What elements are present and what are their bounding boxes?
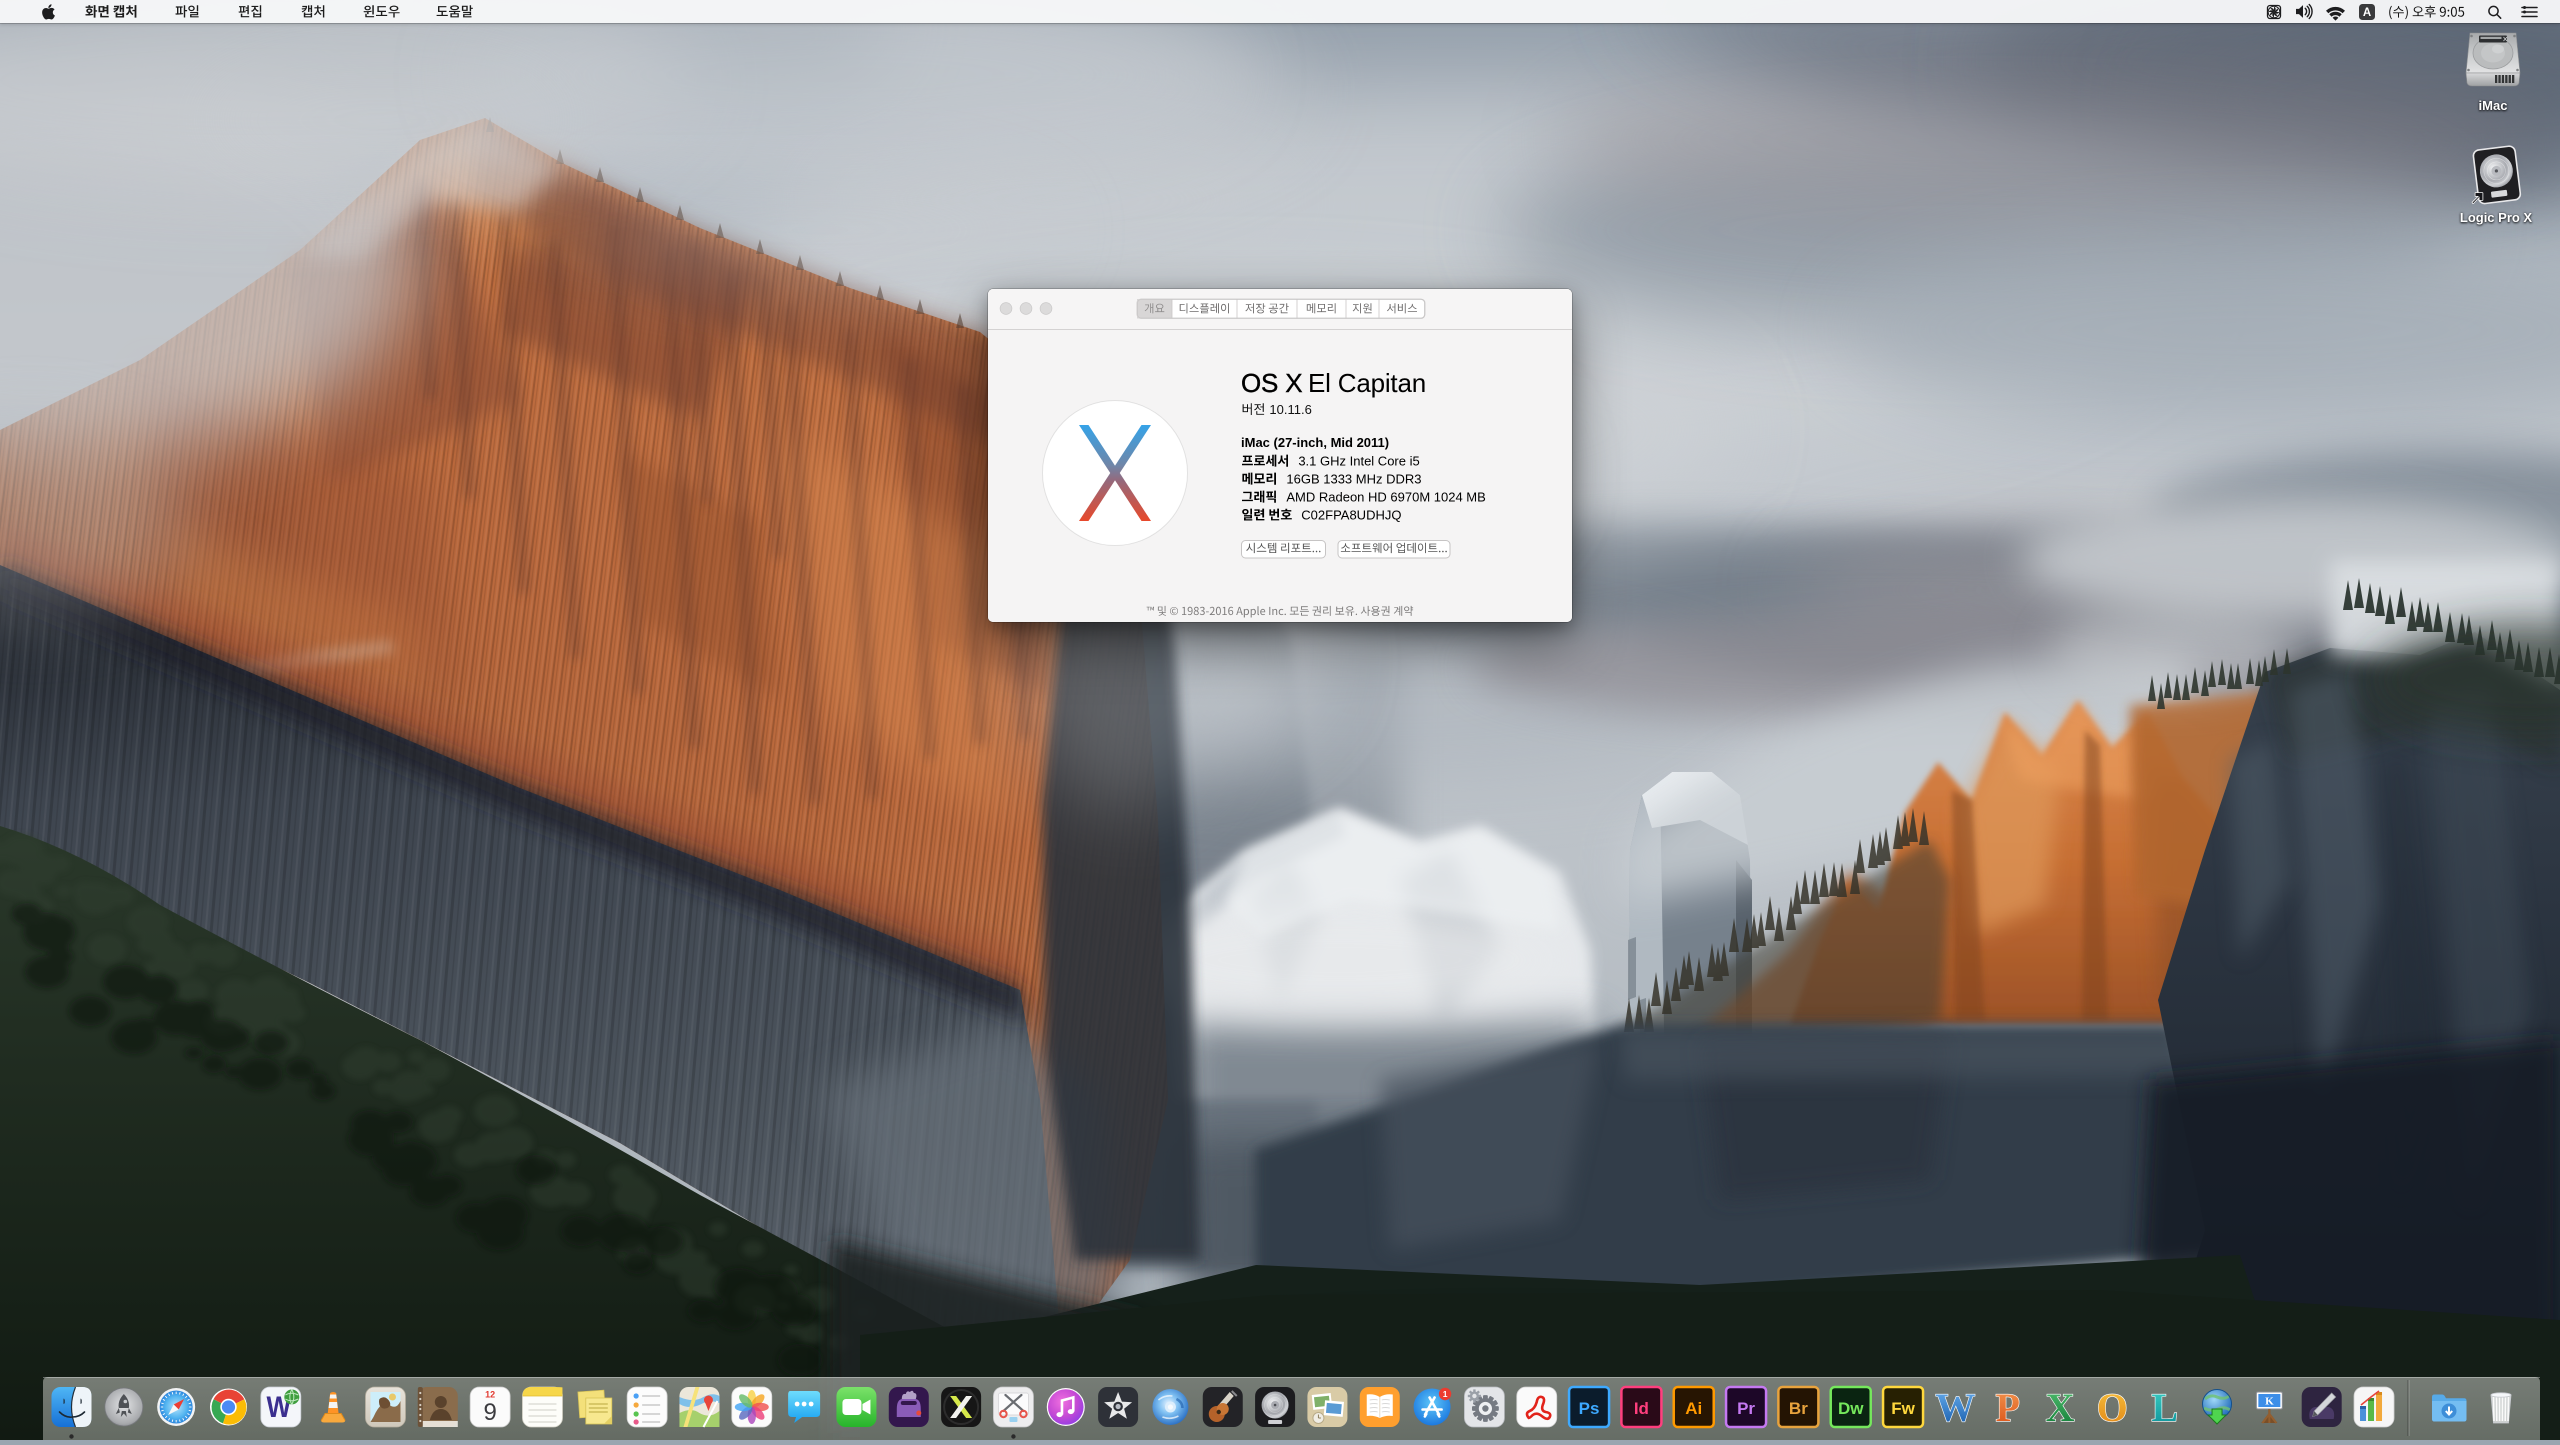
svg-text:OS X: OS X — [1241, 368, 1302, 398]
svg-text:16GB 1333 MHz DDR3: 16GB 1333 MHz DDR3 — [1286, 472, 1421, 487]
svg-text:1: 1 — [1443, 1389, 1448, 1399]
svg-text:L: L — [2151, 1385, 2178, 1430]
svg-text:iMac (27-inch, Mid 2011): iMac (27-inch, Mid 2011) — [1241, 435, 1389, 450]
svg-text:C02FPA8UDHJQ: C02FPA8UDHJQ — [1301, 508, 1401, 523]
svg-text:Ps: Ps — [1579, 1399, 1600, 1418]
svg-text:Br: Br — [1789, 1399, 1808, 1418]
svg-text:K: K — [2265, 1396, 2274, 1408]
svg-text:10.11.6: 10.11.6 — [1269, 402, 1311, 417]
svg-text:3.1 GHz Intel Core i5: 3.1 GHz Intel Core i5 — [1298, 454, 1419, 469]
svg-text:Fw: Fw — [1891, 1399, 1915, 1418]
svg-text:12: 12 — [485, 1390, 495, 1400]
svg-text:Ai: Ai — [1685, 1399, 1702, 1418]
svg-text:W: W — [1935, 1385, 1975, 1430]
svg-text:El Capitan: El Capitan — [1308, 368, 1426, 398]
svg-text:9: 9 — [483, 1399, 496, 1426]
svg-text:O: O — [2097, 1385, 2128, 1430]
svg-text:Pr: Pr — [1737, 1399, 1755, 1418]
svg-text:Id: Id — [1634, 1399, 1649, 1418]
svg-text:X: X — [2046, 1385, 2075, 1430]
svg-text:Dw: Dw — [1838, 1399, 1864, 1418]
svg-text:P: P — [1995, 1385, 2019, 1430]
svg-text:A: A — [2363, 7, 2371, 19]
svg-text:AMD Radeon HD 6970M 1024 MB: AMD Radeon HD 6970M 1024 MB — [1286, 490, 1485, 505]
